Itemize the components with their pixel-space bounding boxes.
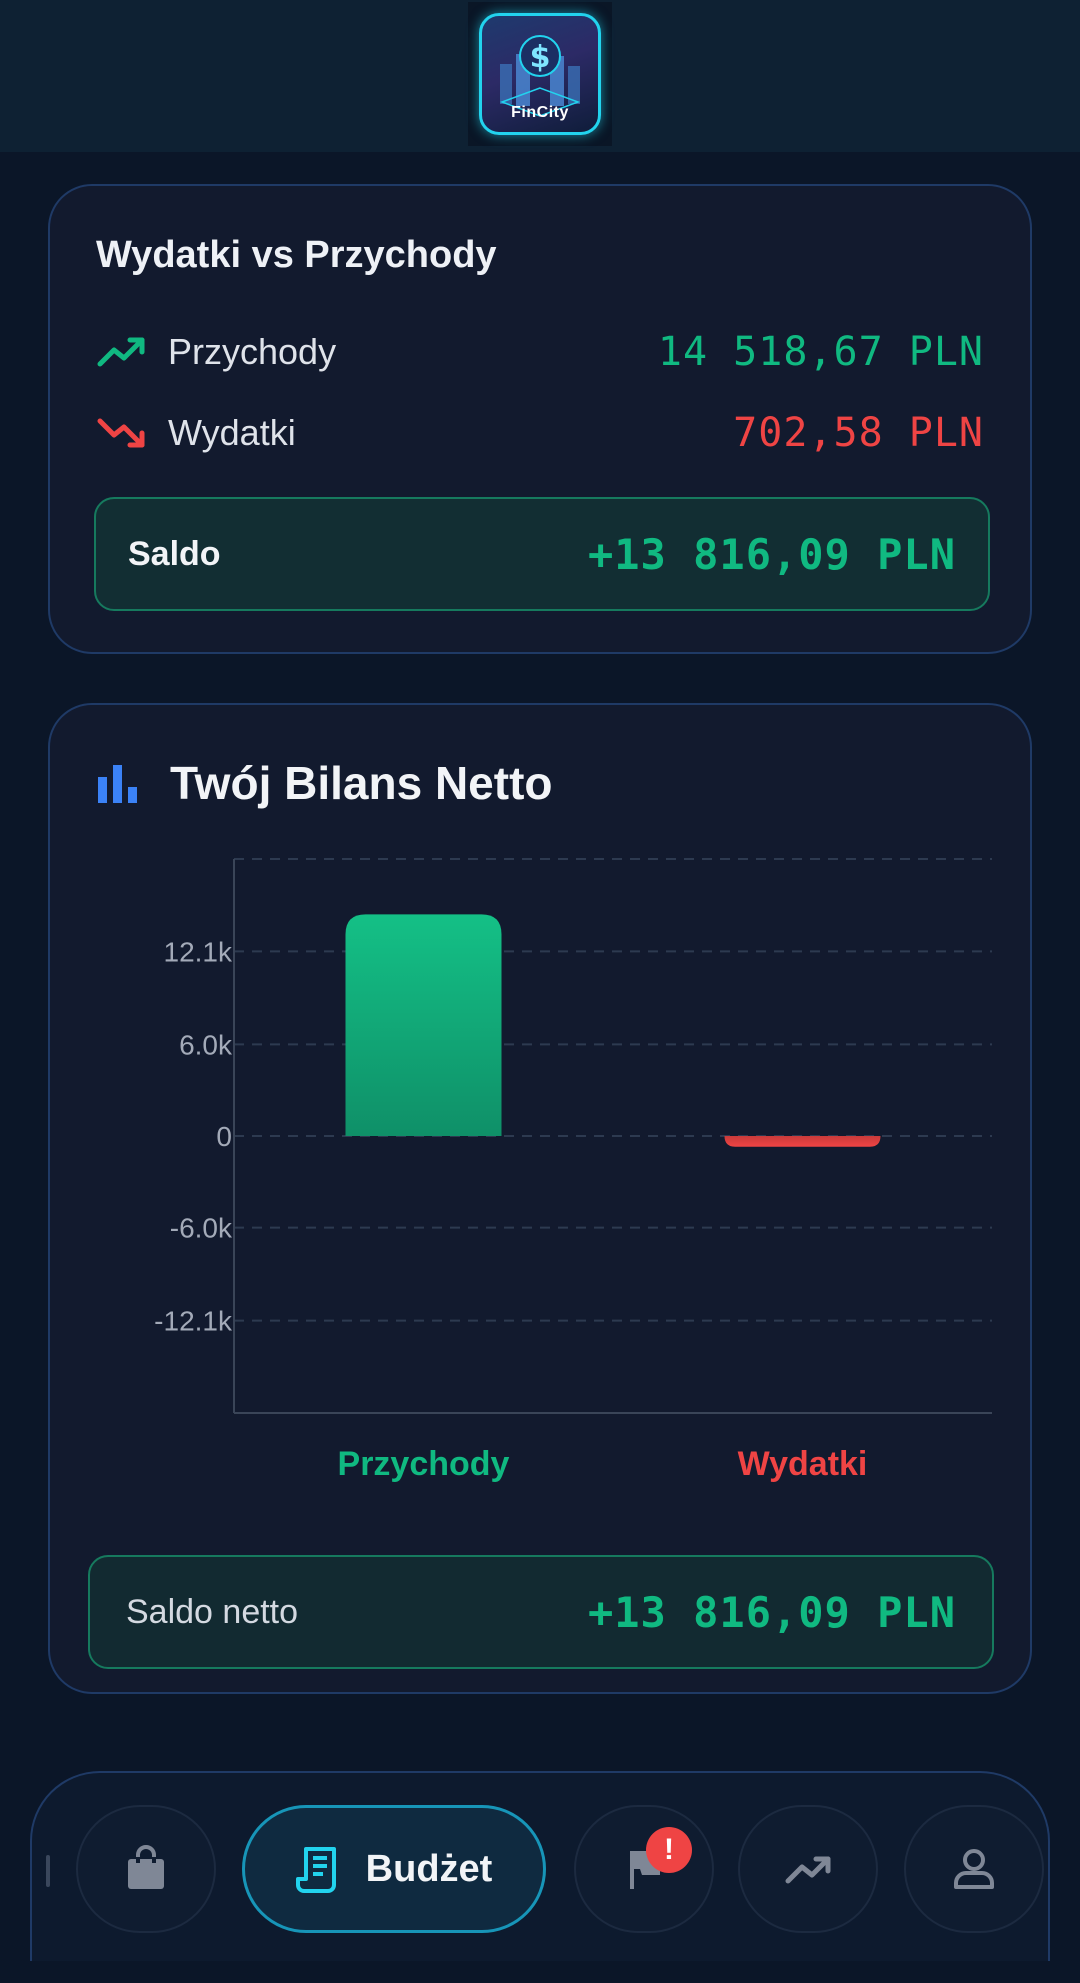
trending-up-icon (97, 337, 145, 367)
notification-badge: ! (646, 1827, 692, 1873)
logo-text: FinCity (511, 104, 569, 121)
trending-up-icon (785, 1856, 831, 1884)
app-logo[interactable]: $ FinCity (468, 2, 612, 146)
expense-amount: 702,58 PLN (733, 410, 984, 456)
nav-shop-button[interactable] (76, 1805, 216, 1933)
bar-przychody (345, 914, 502, 1136)
nav-budget-button[interactable]: Budżet (242, 1805, 546, 1933)
income-expense-card: Wydatki vs Przychody Przychody 14 518,67… (48, 184, 1032, 654)
y-tick-label: 12.1k (164, 936, 233, 967)
app-header: $ FinCity (0, 0, 1080, 152)
net-balance-card: Twój Bilans Netto 12.1k 6.0k 0 -6.0k -12.1k P… (48, 703, 1032, 1694)
summary-title: Wydatki vs Przychody (96, 234, 497, 276)
balance-label: Saldo (128, 534, 221, 573)
y-tick-label: 0 (216, 1121, 232, 1152)
y-tick-label: 6.0k (179, 1029, 233, 1060)
receipt-icon (295, 1847, 336, 1893)
net-balance-box: Saldo netto +13 816,09 PLN (88, 1555, 994, 1669)
income-amount: 14 518,67 PLN (657, 329, 984, 375)
y-tick-label: -6.0k (170, 1213, 233, 1244)
nav-stats-button[interactable] (738, 1805, 878, 1933)
expense-label: Wydatki (168, 412, 296, 453)
expense-row: Wydatki 702,58 PLN (96, 403, 984, 463)
income-row: Przychody 14 518,67 PLN (96, 322, 984, 382)
balance-amount: +13 816,09 PLN (587, 529, 956, 579)
net-balance-chart: 12.1k 6.0k 0 -6.0k -12.1k Przychody Wydatki (154, 858, 992, 1483)
bottom-navigation: Budżet ! (30, 1771, 1050, 1961)
nav-profile-button[interactable] (904, 1805, 1044, 1933)
net-balance-label: Saldo netto (126, 1592, 299, 1631)
bar-wydatki (724, 1136, 881, 1147)
svg-text:$: $ (530, 40, 551, 75)
balance-box: Saldo +13 816,09 PLN (94, 497, 990, 611)
nav-budget-label: Budżet (365, 1847, 493, 1890)
shopping-bag-icon (128, 1845, 164, 1889)
nav-goals-button[interactable]: ! (574, 1805, 714, 1933)
x-category-label: Wydatki (738, 1445, 868, 1483)
x-category-label: Przychody (338, 1445, 510, 1483)
nav-scroll-edge (46, 1855, 50, 1887)
income-label: Przychody (168, 331, 337, 372)
net-balance-amount: +13 816,09 PLN (587, 1587, 956, 1637)
trending-down-icon (97, 418, 145, 448)
y-tick-label: -12.1k (154, 1306, 233, 1337)
user-icon (954, 1849, 994, 1889)
fincity-logo-image: $ FinCity (479, 13, 601, 135)
